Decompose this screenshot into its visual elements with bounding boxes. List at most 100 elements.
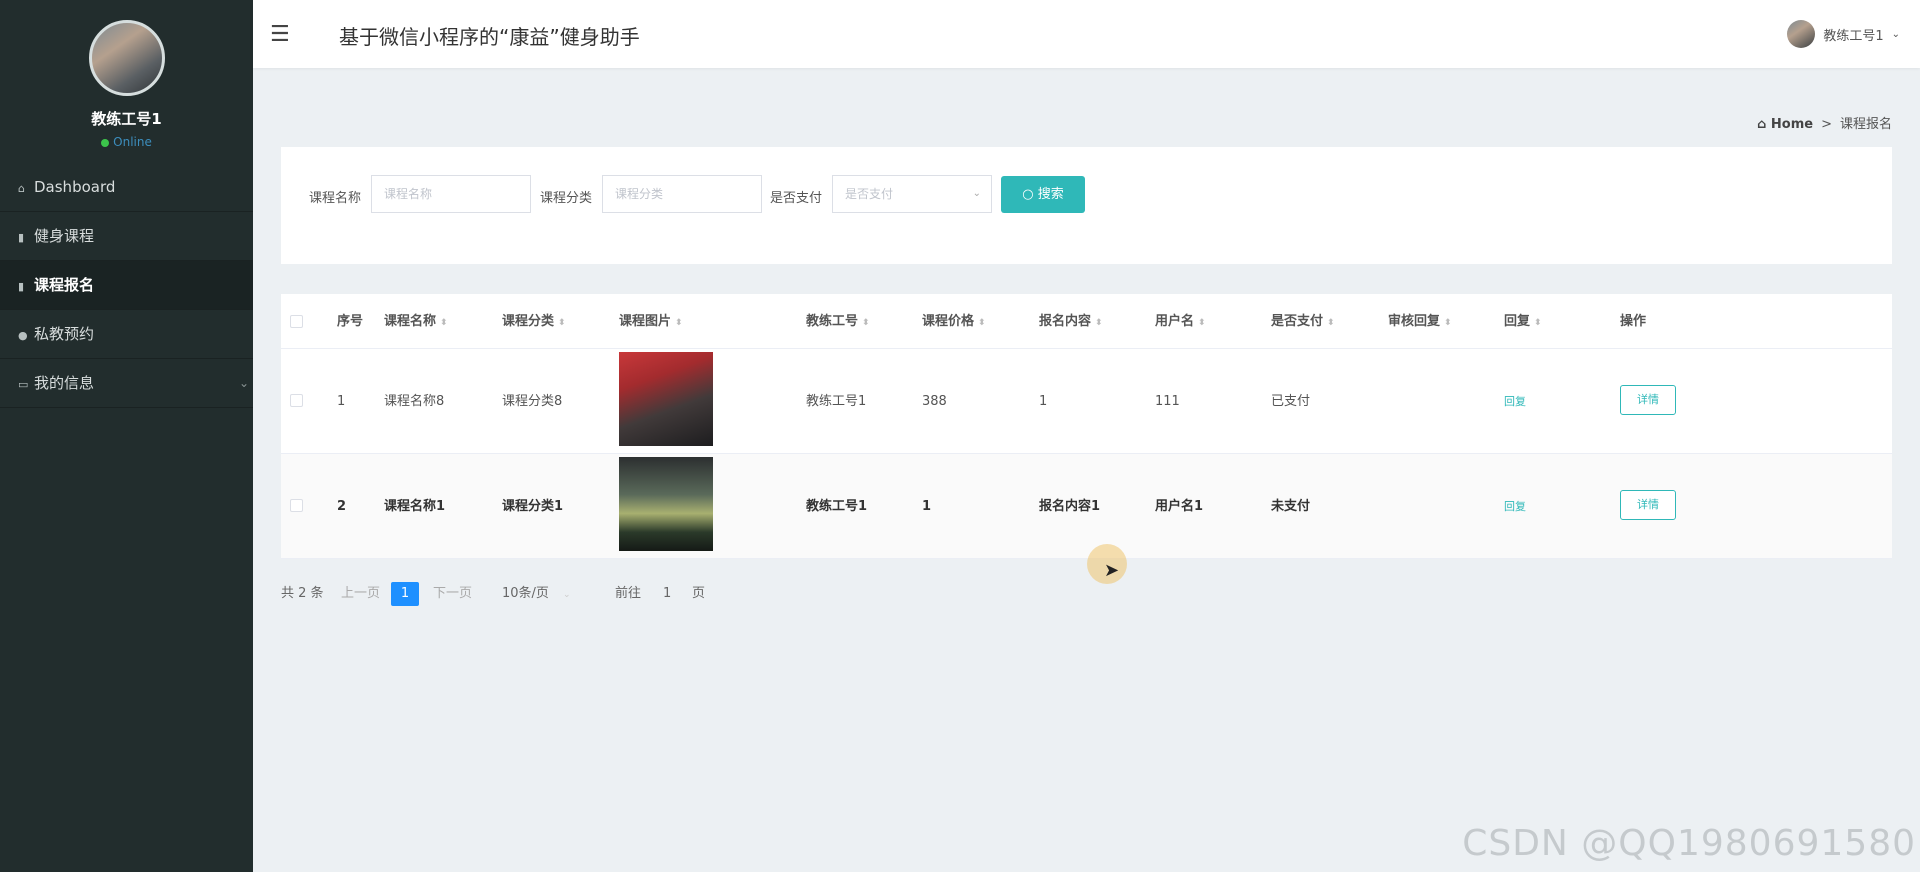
- sidebar-item-label: 健身课程: [34, 227, 95, 245]
- cell-username: 用户名1: [1155, 499, 1204, 514]
- header-user-name: 教练工号1: [1823, 28, 1884, 44]
- col-review[interactable]: 审核回复 ⬍: [1388, 294, 1452, 349]
- sidebar-item-fitness-course[interactable]: ▮ 健身课程: [0, 212, 253, 261]
- prev-page-button[interactable]: 上一页: [341, 582, 380, 606]
- col-course-name[interactable]: 课程名称 ⬍: [384, 294, 448, 349]
- col-action: 操作: [1620, 314, 1647, 329]
- col-label: 课程名称: [384, 314, 437, 329]
- page-size-select[interactable]: 10条/页 ⌄: [502, 582, 570, 606]
- table-header: 序号 课程名称 ⬍ 课程分类 ⬍ 课程图片 ⬍ 教练工号 ⬍ 课程价格 ⬍ 报名内容 ⬍ 用…: [281, 294, 1892, 349]
- file-icon: ▮: [18, 280, 25, 293]
- page-unit-label: 页: [692, 586, 706, 601]
- col-label: 回复: [1504, 314, 1531, 329]
- app-title: 基于微信小程序的“康益”健身助手: [339, 25, 640, 49]
- cell-index: 1: [337, 394, 346, 409]
- col-label: 报名内容: [1039, 314, 1092, 329]
- course-category-label: 课程分类: [540, 191, 593, 206]
- course-category-input[interactable]: 课程分类: [602, 175, 762, 213]
- cell-price: 1: [922, 499, 932, 514]
- status-text: Online: [113, 135, 152, 149]
- cell-content: 报名内容1: [1039, 499, 1101, 514]
- col-label: 课程分类: [502, 314, 555, 329]
- chevron-down-icon: ⌄: [972, 188, 981, 199]
- signup-table: 序号 课程名称 ⬍ 课程分类 ⬍ 课程图片 ⬍ 教练工号 ⬍ 课程价格 ⬍ 报名内容 ⬍ 用…: [281, 294, 1892, 559]
- sort-icon: ⬍: [1198, 318, 1206, 328]
- col-course-image[interactable]: 课程图片 ⬍: [619, 294, 683, 349]
- user-status: Online: [0, 135, 253, 149]
- sidebar-item-private-booking[interactable]: ● 私教预约: [0, 310, 253, 359]
- menu-toggle-icon[interactable]: ☰: [270, 22, 290, 47]
- sidebar-item-course-signup[interactable]: ▮ 课程报名: [0, 261, 253, 310]
- breadcrumb-home[interactable]: ⌂ Home: [1757, 117, 1813, 132]
- sort-icon: ⬍: [862, 318, 870, 328]
- id-card-icon: ▭: [18, 378, 29, 391]
- header-avatar: [1787, 20, 1816, 48]
- col-reply[interactable]: 回复 ⬍: [1504, 294, 1542, 349]
- chevron-down-icon: ⌄: [238, 376, 249, 390]
- reply-link[interactable]: 回复: [1504, 454, 1526, 559]
- sidebar-user-name: 教练工号1: [91, 110, 162, 128]
- col-paid[interactable]: 是否支付 ⬍: [1271, 294, 1335, 349]
- sidebar-menu: ⌂ Dashboard ▮ 健身课程 ▮ 课程报名 ● 私教预约 ▭ 我的信息 ⌄: [0, 163, 253, 408]
- cell-content: 1: [1039, 394, 1048, 409]
- cursor-arrow-icon: ➤: [1104, 560, 1120, 581]
- sort-icon: ⬍: [978, 318, 986, 328]
- breadcrumb: ⌂ Home > 课程报名: [1757, 113, 1892, 132]
- avatar: [88, 20, 165, 96]
- col-content[interactable]: 报名内容 ⬍: [1039, 294, 1103, 349]
- detail-button[interactable]: 详情: [1620, 490, 1676, 520]
- paid-select-placeholder: 是否支付: [845, 187, 894, 201]
- cell-category: 课程分类1: [502, 499, 564, 514]
- goto-label: 前往: [615, 586, 642, 601]
- header-user-menu[interactable]: 教练工号1 ⌄: [1787, 20, 1900, 48]
- chevron-down-icon: ⌄: [562, 590, 571, 600]
- table-row: 1 课程名称8 课程分类8 教练工号1 388 1 111 已支付 回复 详情: [281, 349, 1892, 454]
- sidebar-item-label: 私教预约: [34, 325, 95, 343]
- reply-link[interactable]: 回复: [1504, 349, 1526, 454]
- cell-coach: 教练工号1: [806, 499, 868, 514]
- course-image: [619, 457, 713, 551]
- course-image: [619, 352, 713, 446]
- sort-icon: ⬍: [440, 318, 448, 328]
- watermark: CSDN @QQ1980691580: [1462, 823, 1916, 864]
- col-label: 是否支付: [1271, 314, 1324, 329]
- row-checkbox[interactable]: [290, 394, 303, 407]
- paid-label: 是否支付: [770, 191, 823, 206]
- sort-icon: ⬍: [1534, 318, 1542, 328]
- sort-icon: ⬍: [1444, 318, 1452, 328]
- cell-paid: 已支付: [1271, 394, 1311, 409]
- cell-username: 111: [1155, 394, 1180, 409]
- page-size-value: 10条/页: [502, 586, 549, 601]
- sidebar-item-my-info[interactable]: ▭ 我的信息 ⌄: [0, 359, 253, 408]
- sidebar-item-dashboard[interactable]: ⌂ Dashboard: [0, 163, 253, 212]
- top-header: ☰ 基于微信小程序的“康益”健身助手 教练工号1 ⌄: [253, 0, 1920, 68]
- col-category[interactable]: 课程分类 ⬍: [502, 294, 566, 349]
- paid-select[interactable]: 是否支付 ⌄: [832, 175, 992, 213]
- sort-icon: ⬍: [1095, 318, 1103, 328]
- next-page-button[interactable]: 下一页: [433, 582, 472, 606]
- col-index: 序号: [337, 314, 364, 329]
- course-name-input[interactable]: 课程名称: [371, 175, 531, 213]
- sidebar: 教练工号1 Online ⌂ Dashboard ▮ 健身课程 ▮ 课程报名 ● 私教预…: [0, 0, 253, 872]
- search-panel: 课程名称 课程名称 课程分类 课程分类 是否支付 是否支付 ⌄ ○ 搜索: [281, 147, 1892, 264]
- course-name-label: 课程名称: [309, 191, 362, 206]
- col-coach[interactable]: 教练工号 ⬍: [806, 294, 870, 349]
- cell-price: 388: [922, 394, 947, 409]
- search-button[interactable]: ○ 搜索: [1001, 176, 1085, 213]
- sidebar-item-label: Dashboard: [34, 178, 116, 196]
- col-price[interactable]: 课程价格 ⬍: [922, 294, 986, 349]
- col-username[interactable]: 用户名 ⬍: [1155, 294, 1206, 349]
- detail-button[interactable]: 详情: [1620, 385, 1676, 415]
- breadcrumb-current: 课程报名: [1839, 117, 1892, 132]
- search-button-label: 搜索: [1037, 187, 1064, 202]
- breadcrumb-home-label: Home: [1770, 117, 1814, 132]
- sidebar-item-label: 课程报名: [34, 276, 95, 294]
- page-1-button[interactable]: 1: [391, 582, 419, 606]
- pagination-total: 共 2 条: [281, 586, 324, 601]
- select-all-checkbox[interactable]: [290, 315, 303, 328]
- row-checkbox[interactable]: [290, 499, 303, 512]
- goto-page-input[interactable]: 1: [663, 582, 671, 606]
- online-dot-icon: [101, 138, 110, 147]
- col-label: 课程价格: [922, 314, 975, 329]
- col-label: 课程图片: [619, 314, 672, 329]
